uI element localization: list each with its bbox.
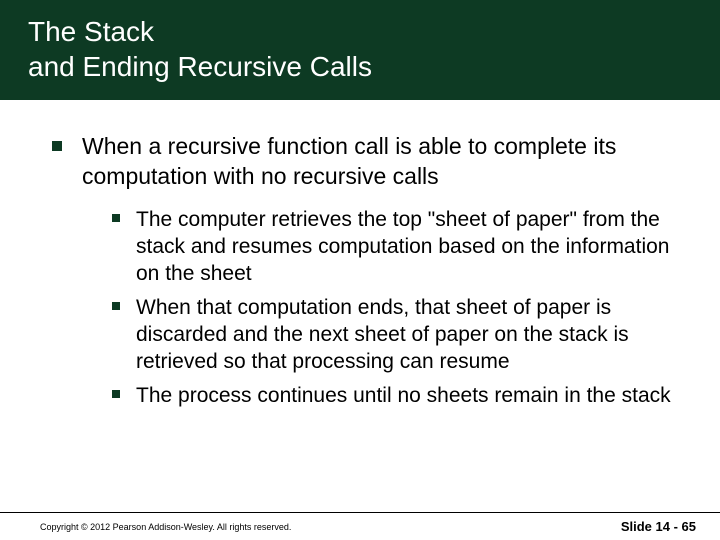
sub-bullet-list: The computer retrieves the top "sheet of… — [112, 206, 680, 409]
main-bullet-text: When a recursive function call is able t… — [82, 132, 680, 192]
square-bullet-icon — [52, 141, 62, 151]
slide-number: Slide 14 - 65 — [621, 519, 696, 534]
sub-bullet-text: The computer retrieves the top "sheet of… — [136, 206, 680, 288]
main-bullet-row: When a recursive function call is able t… — [52, 132, 680, 192]
copyright-text: Copyright © 2012 Pearson Addison-Wesley.… — [40, 522, 291, 532]
square-bullet-icon — [112, 390, 120, 398]
square-bullet-icon — [112, 214, 120, 222]
square-bullet-icon — [112, 302, 120, 310]
sub-bullet-text: The process continues until no sheets re… — [136, 382, 671, 409]
title-line-2: and Ending Recursive Calls — [28, 49, 700, 84]
slide-content: When a recursive function call is able t… — [0, 100, 720, 409]
slide-footer: Copyright © 2012 Pearson Addison-Wesley.… — [0, 512, 720, 540]
sub-bullet-row: The process continues until no sheets re… — [112, 382, 680, 409]
sub-bullet-row: When that computation ends, that sheet o… — [112, 294, 680, 376]
title-line-1: The Stack — [28, 14, 700, 49]
sub-bullet-row: The computer retrieves the top "sheet of… — [112, 206, 680, 288]
slide-title-bar: The Stack and Ending Recursive Calls — [0, 0, 720, 100]
sub-bullet-text: When that computation ends, that sheet o… — [136, 294, 680, 376]
